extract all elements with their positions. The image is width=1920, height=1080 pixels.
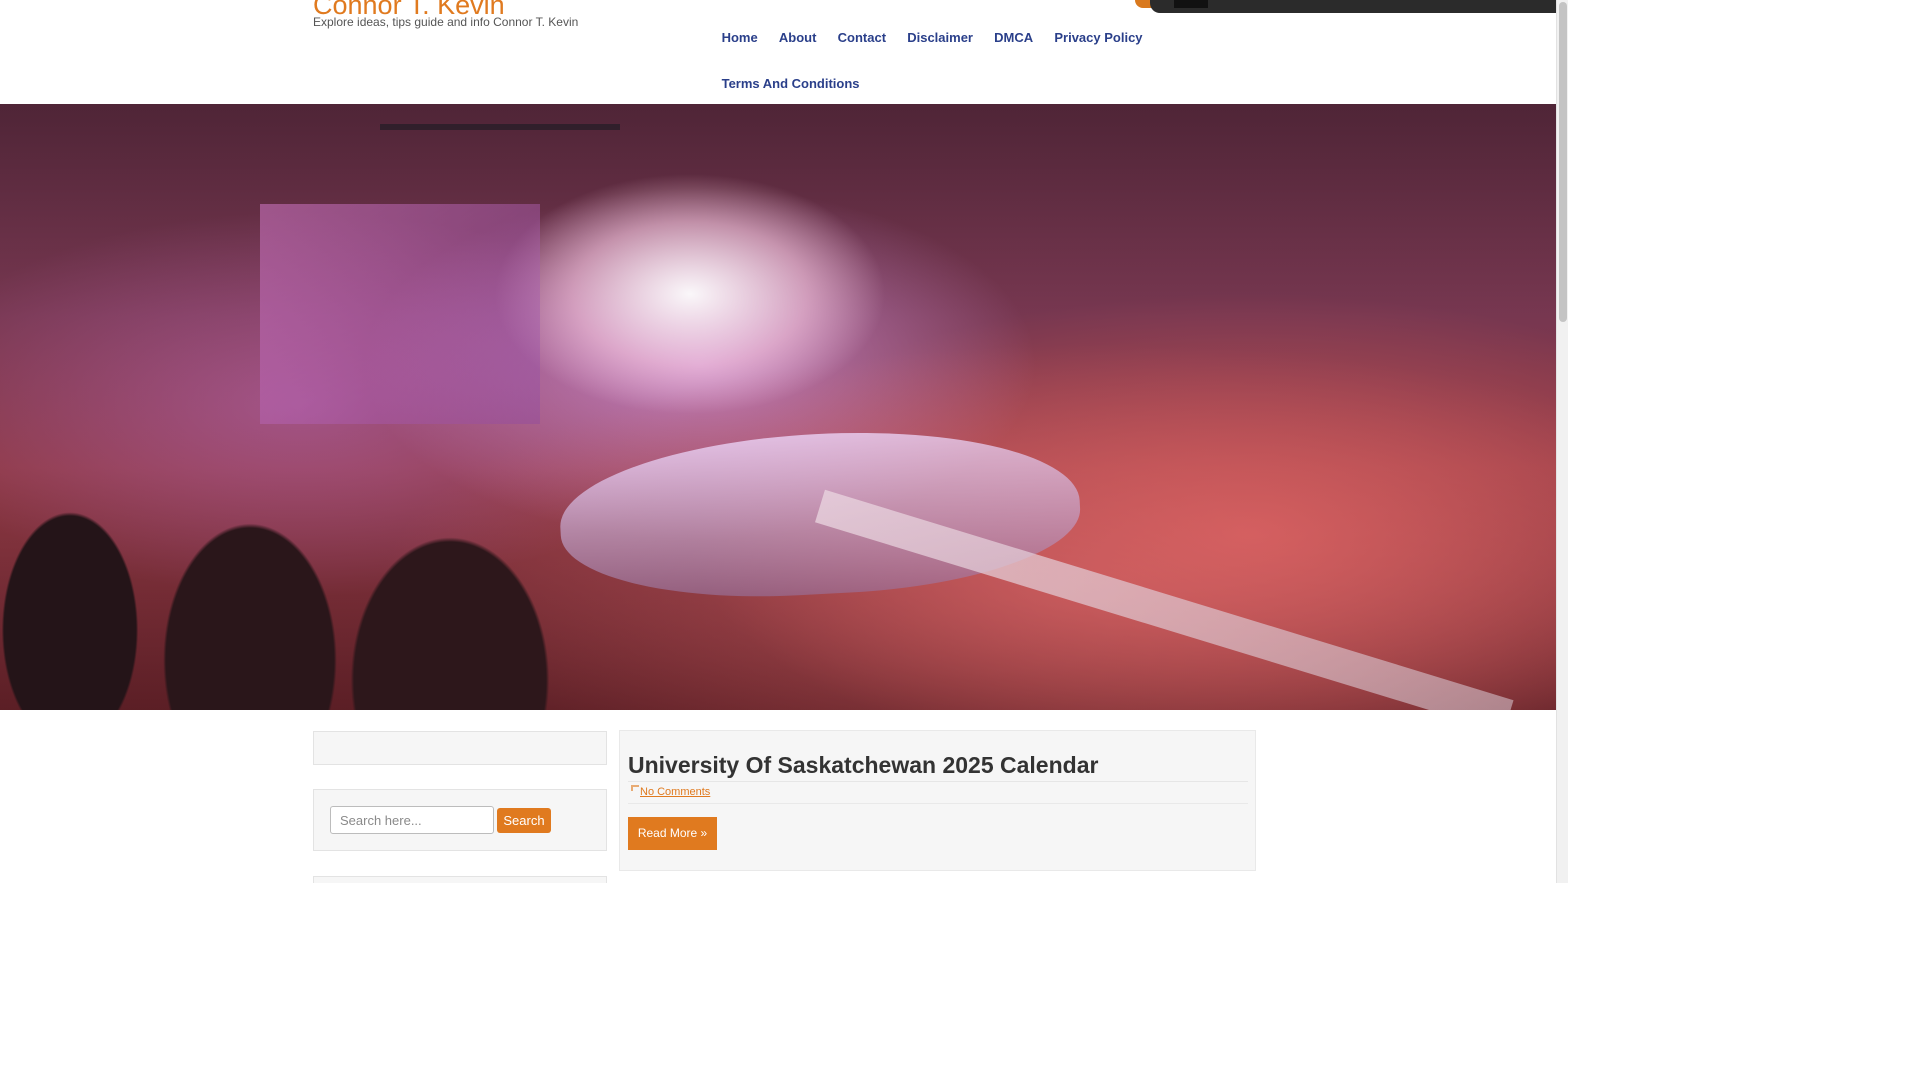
divider	[628, 803, 1248, 804]
nav-item-home[interactable]: Home	[711, 30, 768, 45]
divider	[628, 781, 1248, 782]
search-widget: Search	[313, 789, 607, 851]
topbar-box	[1174, 0, 1208, 8]
nav-item-about[interactable]: About	[768, 30, 827, 45]
post-title[interactable]: University Of Saskatchewan 2025 Calendar	[628, 752, 1098, 779]
site-tagline: Explore ideas, tips guide and info Conno…	[313, 15, 579, 29]
top-bar	[1150, 0, 1556, 13]
main-nav: Home About Contact Disclaimer DMCA Priva…	[711, 18, 1151, 102]
nav-item-terms-and-conditions[interactable]: Terms And Conditions	[711, 76, 870, 91]
search-button[interactable]: Search	[497, 808, 551, 833]
hero-concert-image	[0, 104, 1556, 710]
read-more-button[interactable]: Read More »	[628, 817, 717, 850]
sidebar-widget-empty	[313, 731, 607, 765]
page-scrollbar[interactable]	[1556, 0, 1568, 883]
post-comments-link[interactable]: No Comments	[640, 786, 710, 798]
comment-icon	[631, 785, 639, 791]
page: Connor T. Kevin Explore ideas, tips guid…	[0, 0, 1568, 883]
post-card: University Of Saskatchewan 2025 Calendar…	[619, 730, 1256, 871]
nav-row: Home About Contact Disclaimer DMCA Priva…	[711, 18, 1151, 56]
sidebar-widget-partial	[313, 876, 607, 883]
hero-truss	[380, 124, 620, 130]
nav-item-disclaimer[interactable]: Disclaimer	[897, 30, 984, 45]
nav-item-dmca[interactable]: DMCA	[984, 30, 1044, 45]
nav-item-privacy-policy[interactable]: Privacy Policy	[1044, 30, 1153, 45]
search-input[interactable]	[330, 806, 494, 834]
nav-item-contact[interactable]: Contact	[827, 30, 897, 45]
nav-row: Terms And Conditions	[711, 64, 1151, 102]
hero-foreground-heads	[0, 270, 560, 710]
scrollbar-thumb[interactable]	[1559, 2, 1567, 322]
